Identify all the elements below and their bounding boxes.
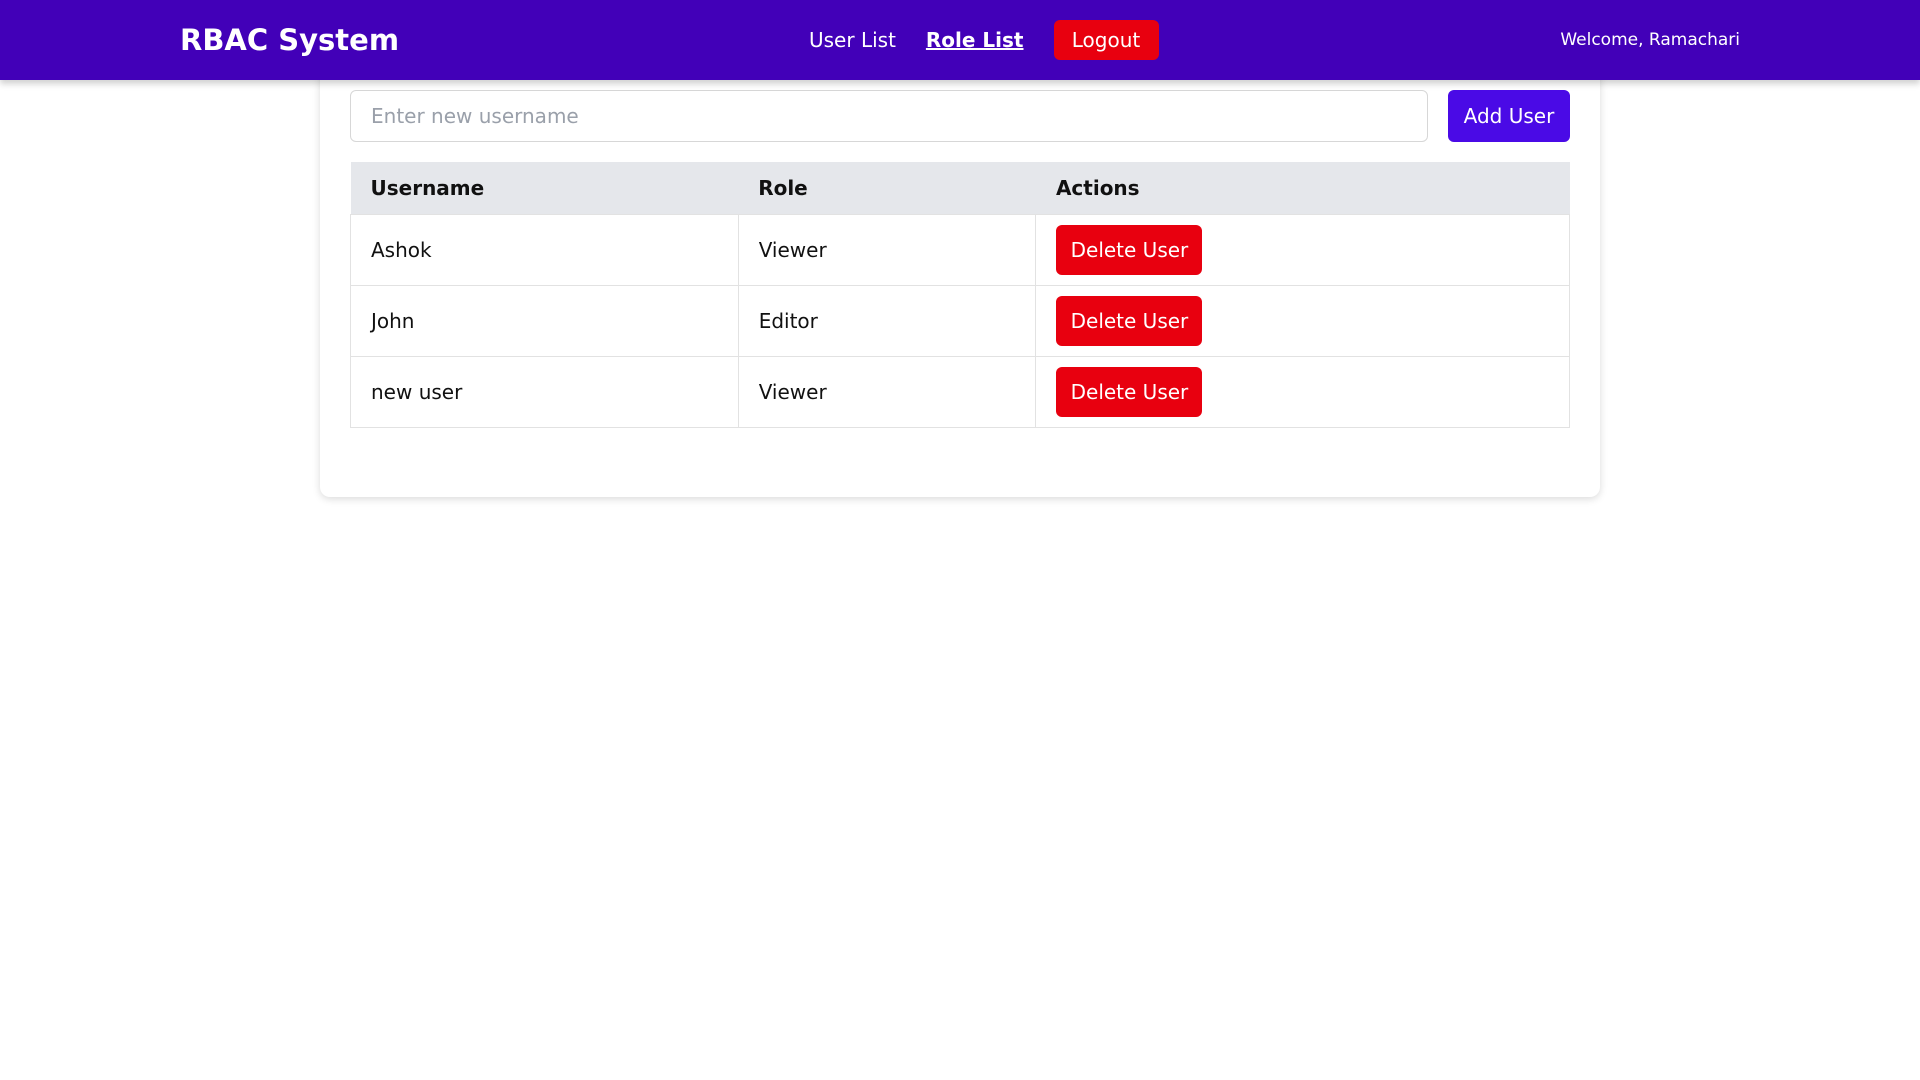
add-user-row: Add User: [350, 90, 1570, 142]
username-cell: Ashok: [350, 213, 739, 286]
role-cell: Editor: [737, 284, 1037, 357]
table-row: new user Viewer Delete User: [350, 355, 1570, 428]
top-navbar: RBAC System User List Role List Logout W…: [0, 0, 1920, 80]
app-brand: RBAC System: [180, 23, 400, 57]
username-cell: new user: [350, 355, 739, 428]
table-row: John Editor Delete User: [350, 284, 1570, 357]
role-cell: Viewer: [737, 355, 1037, 428]
delete-user-button[interactable]: Delete User: [1056, 366, 1203, 417]
table-header-row: Username Role Actions: [350, 162, 1570, 214]
delete-user-button[interactable]: Delete User: [1056, 295, 1203, 346]
table-row: Ashok Viewer Delete User: [350, 213, 1570, 286]
column-header-username: Username: [350, 162, 739, 214]
role-cell: Viewer: [737, 213, 1037, 286]
logout-button[interactable]: Logout: [1053, 20, 1159, 60]
column-header-role: Role: [738, 162, 1036, 214]
delete-user-button[interactable]: Delete User: [1056, 224, 1203, 275]
nav-user-list-link[interactable]: User List: [809, 28, 896, 52]
actions-cell: Delete User: [1035, 355, 1570, 428]
nav-links: User List Role List Logout: [809, 0, 1159, 80]
column-header-actions: Actions: [1035, 162, 1570, 214]
add-user-button[interactable]: Add User: [1448, 90, 1570, 142]
welcome-message: Welcome, Ramachari: [1560, 30, 1740, 50]
username-cell: John: [350, 284, 739, 357]
user-management-card: Add User Username Role Actions Ashok Vie…: [320, 40, 1600, 497]
nav-role-list-link[interactable]: Role List: [926, 28, 1024, 52]
actions-cell: Delete User: [1035, 213, 1570, 286]
users-table: Username Role Actions Ashok Viewer Delet…: [350, 162, 1570, 428]
actions-cell: Delete User: [1035, 284, 1570, 357]
new-username-input[interactable]: [350, 90, 1428, 142]
